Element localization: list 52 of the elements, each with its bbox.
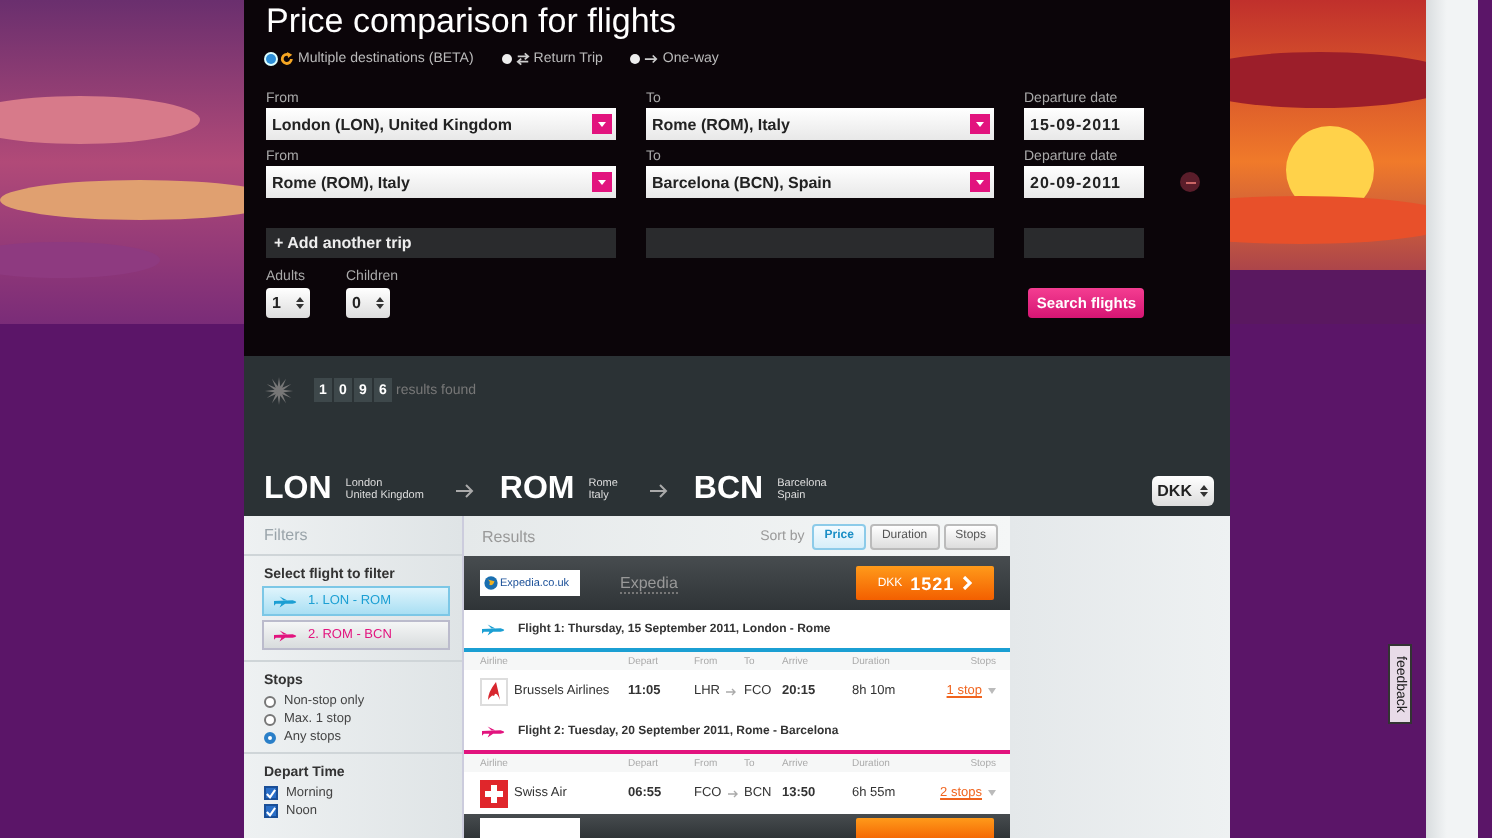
checkbox[interactable] — [264, 804, 278, 818]
airport-code: LON — [264, 472, 332, 508]
minus-icon — [1185, 181, 1195, 183]
panel-title: Results — [482, 527, 536, 545]
chevron-icon — [962, 576, 973, 590]
updown-icon — [296, 296, 304, 310]
radio-button[interactable] — [264, 695, 276, 707]
panel-title: Filters — [244, 516, 462, 556]
add-trip-button[interactable]: + Add another trip — [266, 228, 616, 258]
page-title: Price comparison for flights — [266, 0, 679, 44]
radio-button[interactable] — [264, 713, 276, 725]
radio-button[interactable] — [630, 53, 641, 63]
provider-name: Expedia — [620, 573, 678, 593]
select-field[interactable]: Barcelona (BCN), Spain — [646, 166, 994, 198]
date-field[interactable]: 20-09-2011 — [1024, 166, 1144, 198]
arrow-icon — [726, 687, 737, 695]
provider-logo — [480, 818, 580, 838]
caret-icon — [988, 688, 996, 694]
arrow-icon — [644, 51, 659, 65]
select-field[interactable]: Rome (ROM), Italy — [646, 108, 994, 140]
currency-select[interactable]: DKK — [1151, 475, 1214, 505]
updown-icon — [376, 296, 384, 310]
radio-button[interactable] — [266, 53, 276, 63]
dropdown-icon — [592, 114, 612, 134]
dropdown-icon — [970, 114, 990, 134]
swap-arrows-icon — [515, 51, 530, 65]
swiss-cross-icon — [480, 779, 508, 807]
checkbox[interactable] — [264, 786, 278, 800]
number-select[interactable]: 1 — [266, 288, 310, 318]
empty-slot — [1024, 228, 1144, 258]
airport-code: BCN — [693, 472, 764, 508]
arrow-icon — [727, 789, 738, 797]
spinner-icon — [264, 375, 294, 405]
dropdown-icon — [970, 172, 990, 192]
globe-icon — [484, 576, 498, 590]
airport-code: ROM — [499, 472, 575, 508]
radio-button[interactable] — [501, 53, 512, 63]
arrow-icon — [455, 483, 474, 497]
loop-icon — [280, 51, 294, 65]
airline-logo-icon — [480, 677, 508, 705]
date-field[interactable]: 15-09-2011 — [1024, 108, 1144, 140]
updown-icon — [1200, 483, 1208, 497]
select-field[interactable]: London (LON), United Kingdom — [266, 108, 616, 140]
plane-icon — [482, 725, 508, 737]
select-field[interactable]: Rome (ROM), Italy — [266, 166, 616, 198]
arrow-icon — [649, 483, 668, 497]
remove-button[interactable] — [1180, 172, 1200, 192]
radio-button[interactable] — [264, 731, 276, 743]
number-select[interactable]: 0 — [346, 288, 390, 318]
caret-icon — [988, 790, 996, 796]
dropdown-icon — [592, 172, 612, 192]
plane-icon — [482, 623, 508, 635]
